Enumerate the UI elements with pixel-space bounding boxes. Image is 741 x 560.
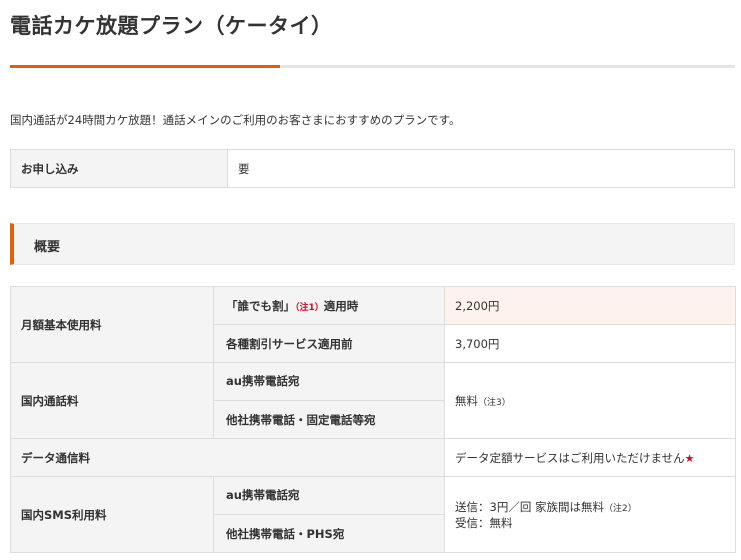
before-discount-price: 3,700円 [444, 324, 736, 363]
data-fee-label: データ通信料 [10, 438, 445, 477]
au-sms-label: au携帯電話宛 [213, 476, 445, 515]
data-fee-value: データ定額サービスはご利用いただけません★ [444, 438, 736, 477]
other-call-label: 他社携帯電話・固定電話等宛 [213, 400, 445, 439]
monthly-fee-label: 月額基本使用料 [10, 286, 214, 363]
before-discount-label: 各種割引サービス適用前 [213, 324, 445, 363]
application-table: お申し込み 要 [10, 149, 735, 188]
au-call-label: au携帯電話宛 [213, 362, 445, 401]
table-row: 国内通話料 au携帯電話宛 無料（注3） [10, 362, 736, 439]
application-value: 要 [227, 149, 735, 188]
page-title: 電話カケ放題プラン（ケータイ） [10, 14, 333, 38]
star-icon: ★ [684, 451, 695, 465]
other-sms-label: 他社携帯電話・PHS宛 [213, 514, 445, 553]
discount-label: 「誰でも割」（注1）適用時 [213, 286, 445, 325]
note-ref: （注3） [478, 397, 511, 408]
sms-send: 送信：3円／回 家族間は無料（注2） [455, 499, 637, 514]
section-heading-text: 概要 [34, 240, 61, 255]
intro-text: 国内通話が24時間カケ放題！通話メインのご利用のお客さまにおすすめのプランです。 [10, 113, 461, 127]
table-row: 国内SMS利用料 au携帯電話宛 送信：3円／回 家族間は無料（注2） 受信：無… [10, 476, 736, 553]
table-row: データ通信料 データ定額サービスはご利用いただけません★ [10, 438, 736, 477]
domestic-call-label: 国内通話料 [10, 362, 214, 439]
sms-fee-value: 送信：3円／回 家族間は無料（注2） 受信：無料 [444, 476, 736, 553]
sms-receive: 受信：無料 [455, 515, 513, 530]
discount-price: 2,200円 [444, 286, 736, 325]
note-ref: （注2） [603, 503, 637, 514]
overview-table: 月額基本使用料 「誰でも割」（注1）適用時 2,200円 各種割引サービス適用前… [10, 286, 736, 553]
sms-fee-label: 国内SMS利用料 [10, 476, 214, 553]
application-label: お申し込み [10, 149, 228, 188]
table-row: 月額基本使用料 「誰でも割」（注1）適用時 2,200円 [10, 286, 736, 363]
domestic-call-value: 無料（注3） [444, 362, 736, 439]
section-heading: 概要 [10, 223, 735, 265]
title-divider [10, 65, 735, 68]
table-row: お申し込み 要 [10, 149, 735, 188]
title-divider-accent [10, 65, 280, 68]
note-ref: （注1） [295, 302, 324, 313]
